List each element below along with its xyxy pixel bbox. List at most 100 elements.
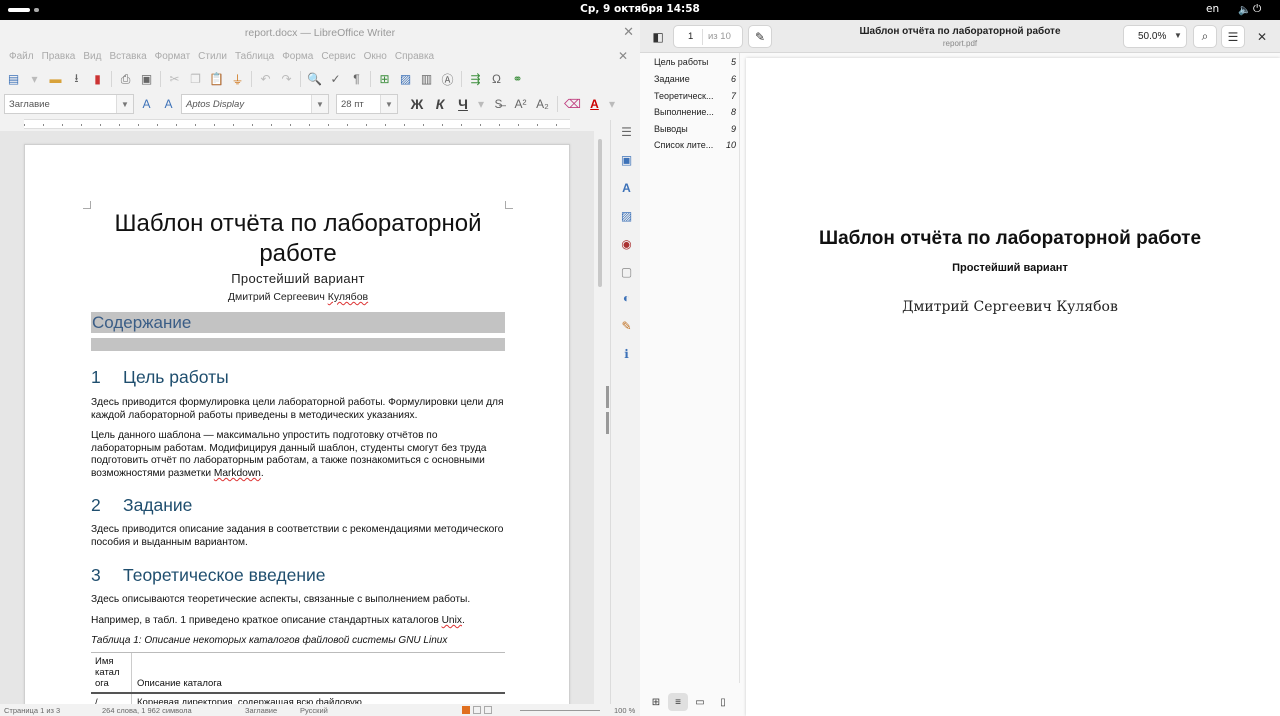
underline-button[interactable]: Ч xyxy=(453,96,473,112)
status-zoom[interactable]: 100 % xyxy=(614,706,635,715)
copy-icon[interactable]: ❐ xyxy=(186,70,205,89)
status-page[interactable]: Страница 1 из 3 xyxy=(4,706,60,715)
chevron-down-icon[interactable]: ▾ xyxy=(476,95,486,114)
annotate-pencil-icon[interactable]: ✎ xyxy=(748,25,772,48)
status-language[interactable]: Русский xyxy=(300,706,328,715)
sidebar-menu-icon[interactable]: ☰ xyxy=(619,124,634,139)
insert-textbox-icon[interactable]: Ⓐ xyxy=(438,70,457,89)
font-color-icon[interactable]: A xyxy=(585,95,604,114)
document-canvas[interactable]: Шаблон отчёта по лабораторной работе Про… xyxy=(0,131,594,704)
pdf-page[interactable]: Шаблон отчёта по лабораторной работе Про… xyxy=(746,58,1280,716)
style-inspector-icon[interactable]: ◐ xyxy=(619,290,634,305)
font-name-select[interactable]: Aptos Display ▼ xyxy=(181,94,329,114)
clock[interactable]: Ср, 9 октября 14:58 xyxy=(0,3,1280,15)
thumbnails-icon[interactable]: ⊞ xyxy=(646,693,666,711)
insert-image-icon[interactable]: ▨ xyxy=(396,70,415,89)
menu-help[interactable]: Справка xyxy=(391,51,438,62)
power-icon[interactable]: ⏻ xyxy=(1253,3,1261,16)
document-subtitle[interactable]: Простейший вариант xyxy=(91,271,505,286)
keyboard-layout[interactable]: en xyxy=(1206,3,1219,15)
menu-form[interactable]: Форма xyxy=(278,51,317,62)
italic-button[interactable]: К xyxy=(430,96,450,112)
menu-icon[interactable]: ☰ xyxy=(1221,25,1245,48)
strikethrough-icon[interactable]: S̶ xyxy=(489,95,508,114)
open-folder-icon[interactable]: ▬ xyxy=(46,70,65,89)
zoom-select[interactable]: 50.0% ▼ xyxy=(1123,25,1187,48)
redo-icon[interactable]: ↷ xyxy=(277,70,296,89)
toc-heading[interactable]: Содержание xyxy=(91,312,505,333)
sidebar-grip-handle[interactable] xyxy=(606,412,609,434)
menu-insert[interactable]: Вставка xyxy=(105,51,150,62)
document-author[interactable]: Дмитрий Сергеевич Кулябов xyxy=(91,291,505,303)
clear-formatting-icon[interactable]: ⌫ xyxy=(563,95,582,114)
insert-table-icon[interactable]: ⊞ xyxy=(375,70,394,89)
status-word-count[interactable]: 264 слова, 1 962 символа xyxy=(102,706,192,715)
print-icon[interactable]: ⎙ xyxy=(116,70,135,89)
book-view-icon[interactable] xyxy=(484,706,492,714)
toc-field[interactable] xyxy=(91,338,505,351)
table-cell[interactable]: Корневая директория, содержащая всю файл… xyxy=(132,694,505,704)
paragraph[interactable]: Цель данного шаблона — максимально упрос… xyxy=(91,430,505,480)
paragraph[interactable]: Здесь приводится формулировка цели лабор… xyxy=(91,397,505,422)
sidebar-toggle-icon[interactable]: ◧ xyxy=(646,25,670,48)
undo-icon[interactable]: ↶ xyxy=(256,70,275,89)
export-pdf-icon[interactable]: ▮ xyxy=(88,70,107,89)
horizontal-ruler[interactable] xyxy=(0,117,640,131)
paragraph[interactable]: Здесь описываются теоретические аспекты,… xyxy=(91,594,505,607)
find-replace-icon[interactable]: 🔍 xyxy=(305,70,324,89)
design-icon[interactable]: ℹ xyxy=(619,346,634,361)
spelling-icon[interactable]: ✓ xyxy=(326,70,345,89)
volume-icon[interactable]: 🔈 xyxy=(1238,3,1251,16)
status-style[interactable]: Заглавие xyxy=(245,706,277,715)
bookmarks-icon[interactable]: ▯ xyxy=(713,693,733,711)
insert-special-char-icon[interactable]: Ω xyxy=(487,70,506,89)
heading-goal[interactable]: 1 Цель работы xyxy=(91,367,229,388)
document-page[interactable]: Шаблон отчёта по лабораторной работе Про… xyxy=(24,144,570,704)
document-title[interactable]: Шаблон отчёта по лабораторной работе xyxy=(91,209,505,269)
close-icon[interactable]: ✕ xyxy=(1252,25,1272,48)
annotations-icon[interactable]: ▭ xyxy=(690,693,710,711)
page-icon[interactable]: ▢ xyxy=(619,264,634,279)
multi-page-view-icon[interactable] xyxy=(473,706,481,714)
manage-changes-icon[interactable]: ✎ xyxy=(619,318,634,333)
single-page-view-icon[interactable] xyxy=(462,706,470,714)
search-icon[interactable]: ⌕ xyxy=(1193,25,1217,48)
properties-icon[interactable]: ▣ xyxy=(619,152,634,167)
menu-edit[interactable]: Правка xyxy=(38,51,80,62)
update-style-icon[interactable]: A xyxy=(137,95,156,114)
menu-styles[interactable]: Стили xyxy=(194,51,231,62)
zoom-slider[interactable] xyxy=(520,710,600,711)
styles-icon[interactable]: A xyxy=(619,180,634,195)
scrollbar-thumb[interactable] xyxy=(598,139,602,287)
cut-icon[interactable]: ✂ xyxy=(165,70,184,89)
gallery-icon[interactable]: ▨ xyxy=(619,208,634,223)
vertical-scrollbar[interactable] xyxy=(594,131,606,704)
paragraph[interactable]: Например, в табл. 1 приведено краткое оп… xyxy=(91,615,505,628)
heading-task[interactable]: 2 Задание xyxy=(91,495,192,516)
new-style-icon[interactable]: A xyxy=(159,95,178,114)
menu-tools[interactable]: Сервис xyxy=(317,51,359,62)
table-header-cell[interactable]: Имя катал ога xyxy=(91,653,132,692)
dropdown-arrow-icon[interactable]: ▾ xyxy=(25,70,44,89)
insert-hyperlink-icon[interactable]: ⚭ xyxy=(508,70,527,89)
superscript-icon[interactable]: A² xyxy=(511,95,530,114)
page-number-entry[interactable]: 1 из 10 xyxy=(673,25,743,48)
menu-view[interactable]: Вид xyxy=(79,51,105,62)
table-header-cell[interactable]: Описание каталога xyxy=(132,653,505,692)
insert-chart-icon[interactable]: ▥ xyxy=(417,70,436,89)
navigator-icon[interactable]: ◉ xyxy=(619,236,634,251)
paragraph-style-select[interactable]: Заглавие ▼ xyxy=(4,94,134,114)
subscript-icon[interactable]: A₂ xyxy=(533,95,552,114)
menu-format[interactable]: Формат xyxy=(151,51,195,62)
sidebar-grip-handle[interactable] xyxy=(606,386,609,408)
print-preview-icon[interactable]: ▣ xyxy=(137,70,156,89)
table-cell[interactable]: / xyxy=(91,694,132,704)
bold-button[interactable]: Ж xyxy=(407,96,427,112)
outline-icon[interactable]: ≡ xyxy=(668,693,688,711)
formatting-marks-icon[interactable]: ¶ xyxy=(347,70,366,89)
clone-formatting-icon[interactable]: ⏚ xyxy=(228,70,247,89)
insert-field-icon[interactable]: ⇶ xyxy=(466,70,485,89)
chevron-down-icon[interactable]: ▾ xyxy=(607,95,617,114)
close-document-icon[interactable]: ✕ xyxy=(614,49,632,63)
directory-table[interactable]: Имя катал ога Описание каталога / Корнев… xyxy=(91,652,505,704)
